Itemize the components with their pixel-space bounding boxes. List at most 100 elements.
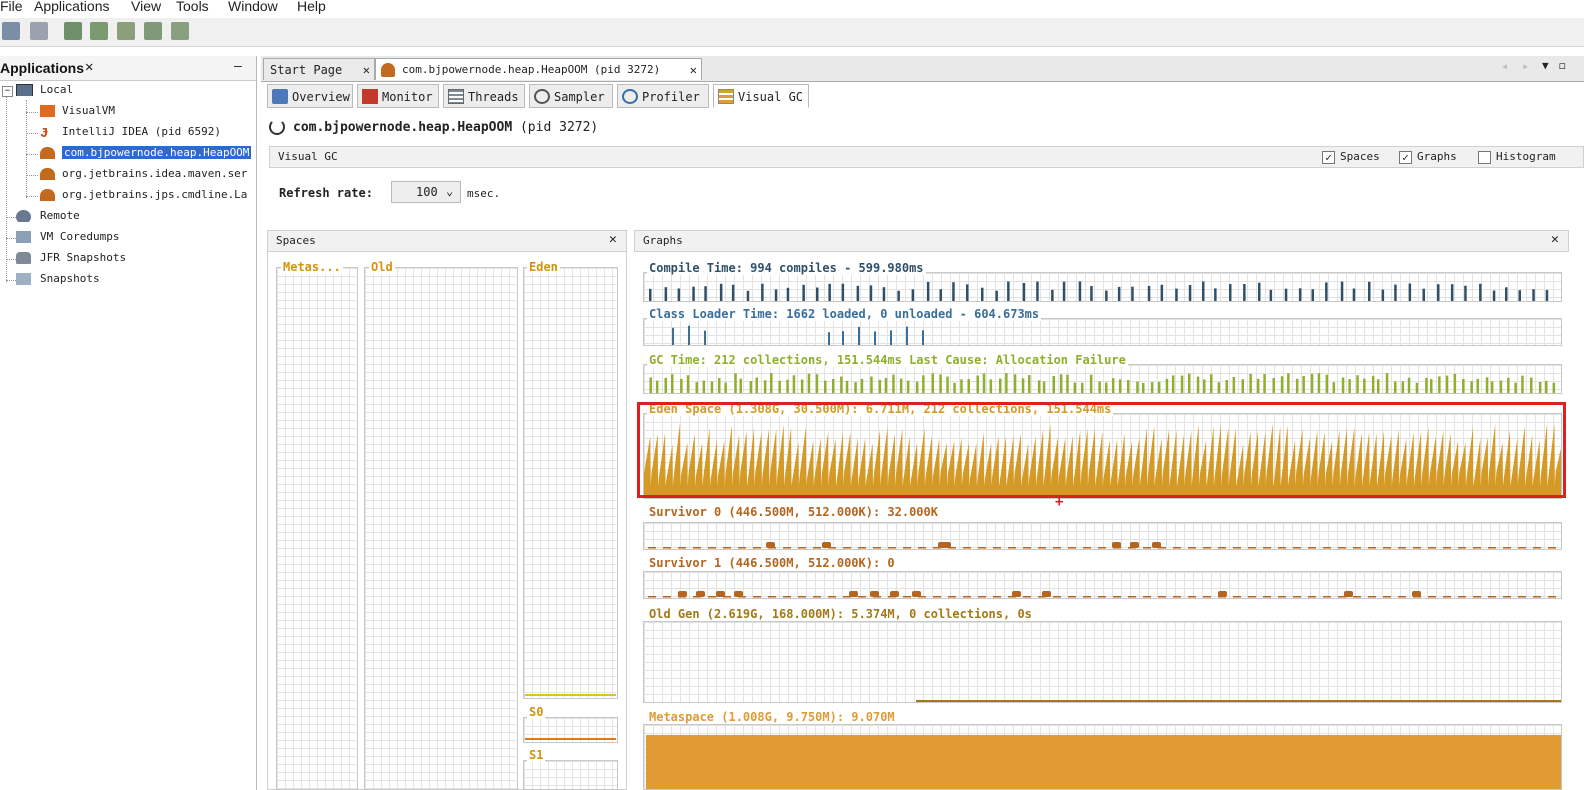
subtab-profiler[interactable]: Profiler: [617, 84, 709, 108]
tab-heapoom-close-icon[interactable]: ✕: [690, 59, 697, 81]
survivor1-blip-baseline: [1143, 596, 1151, 598]
tree-item-local[interactable]: Local: [16, 83, 73, 96]
tab-start-close-icon[interactable]: ✕: [363, 59, 370, 81]
tree-label-maven: org.jetbrains.idea.maven.ser: [62, 167, 248, 180]
compile-spike: [1090, 286, 1093, 301]
survivor0-blip-baseline: [1038, 547, 1046, 549]
subtab-monitor[interactable]: Monitor: [357, 84, 439, 108]
s0-fill-level: [525, 738, 616, 740]
gc-spike: [1249, 373, 1252, 393]
gc-spike: [1470, 381, 1473, 393]
tree-item-coredumps[interactable]: VM Coredumps: [16, 230, 119, 243]
survivor1-blip-baseline: [783, 596, 791, 598]
app-header: com.bjpowernode.heap.HeapOOM (pid 3272): [293, 120, 598, 135]
gc-spike: [946, 376, 949, 393]
graphs-checkbox[interactable]: ✓: [1399, 151, 1412, 164]
class-load-spike: [704, 330, 706, 345]
thread-dump-icon[interactable]: [117, 22, 135, 40]
compile-spike: [761, 283, 764, 301]
survivor1-blip-baseline: [1548, 596, 1556, 598]
survivor1-blip-baseline: [1503, 596, 1511, 598]
subtab-visual-gc[interactable]: Visual GC: [713, 84, 809, 108]
compile-spike: [1408, 283, 1412, 301]
survivor1-blip: [1218, 591, 1227, 597]
survivor0-blip-baseline: [1233, 547, 1241, 549]
old-column-label: Old: [369, 260, 395, 274]
survivor1-blip: [912, 591, 921, 597]
compile-spike: [774, 289, 778, 301]
visual-gc-header: Visual GC: [269, 146, 1584, 168]
compile-spike: [1492, 290, 1496, 301]
survivor0-blip-baseline: [1353, 547, 1361, 549]
gc-spike: [1310, 373, 1314, 393]
tree-item-intellij[interactable]: Ɉ IntelliJ IDEA (pid 6592): [40, 125, 221, 138]
tree-label-jfr: JFR Snapshots: [40, 251, 127, 264]
histogram-checkbox[interactable]: [1478, 151, 1491, 164]
menu-tools[interactable]: Tools: [176, 0, 209, 14]
graphs-close-icon[interactable]: ✕: [1551, 232, 1559, 247]
survivor0-blip-baseline: [1428, 547, 1436, 549]
tab-list-icon[interactable]: ▼: [1542, 59, 1549, 72]
survivor0-blip: [1112, 542, 1121, 548]
menu-window[interactable]: Window: [228, 0, 278, 14]
tree-item-visualvm[interactable]: VisualVM: [40, 104, 115, 117]
gc-spike: [1377, 379, 1380, 393]
gc-spike: [1514, 382, 1517, 393]
spaces-close-icon[interactable]: ✕: [609, 232, 617, 247]
compile-spike: [1214, 288, 1217, 301]
gc-spike: [1165, 378, 1169, 393]
remote-icon: [16, 210, 31, 222]
survivor0-blip: [822, 542, 831, 548]
class-load-spike: [890, 330, 892, 345]
refresh-rate-select[interactable]: 100 ⌄: [391, 181, 461, 203]
survivor0-blip-baseline: [1413, 547, 1421, 549]
survivor0-blip-baseline: [1383, 547, 1391, 549]
gc-spike: [1013, 374, 1017, 393]
spaces-checkbox[interactable]: ✓: [1322, 151, 1335, 164]
menu-applications[interactable]: Applications: [34, 0, 110, 14]
gc-spike: [1256, 378, 1260, 393]
compile-spike: [719, 283, 723, 301]
scroll-right-icon[interactable]: ▸: [1522, 59, 1529, 73]
tree-label-remote: Remote: [40, 209, 80, 222]
heap-dump-icon[interactable]: [90, 22, 108, 40]
tree-item-jfr[interactable]: JFR Snapshots: [16, 251, 126, 264]
subtab-threads[interactable]: Threads: [443, 84, 525, 108]
tree-item-snapshots[interactable]: Snapshots: [16, 272, 100, 285]
compile-spike: [1422, 288, 1425, 301]
subtab-sampler[interactable]: Sampler: [529, 84, 613, 108]
maximize-icon[interactable]: ◻: [1559, 59, 1566, 72]
snapshot-toolbar-icon[interactable]: [144, 22, 162, 40]
tree-item-jps[interactable]: org.jetbrains.jps.cmdline.La: [40, 188, 247, 201]
compile-spike: [786, 287, 790, 301]
menu-file[interactable]: File: [0, 0, 23, 14]
open-file-icon[interactable]: [2, 22, 20, 40]
compile-spike: [802, 284, 805, 301]
tab-start-page[interactable]: Start Page ✕: [263, 58, 375, 80]
survivor1-blip-baseline: [1308, 596, 1316, 598]
menu-view[interactable]: View: [131, 0, 161, 14]
survivor0-blip-baseline: [783, 547, 791, 549]
tree-item-remote[interactable]: Remote: [16, 209, 80, 222]
add-jmx-icon[interactable]: [64, 22, 82, 40]
gc-spike: [1111, 378, 1115, 393]
tree-item-maven[interactable]: org.jetbrains.idea.maven.ser: [40, 167, 247, 180]
jfr-icon: [16, 252, 31, 264]
gc-spike: [1188, 373, 1191, 393]
save-icon[interactable]: [30, 22, 48, 40]
tab-heapoom[interactable]: com.bjpowernode.heap.HeapOOM (pid 3272) …: [375, 58, 702, 80]
applications-minimize-icon[interactable]: —: [234, 59, 242, 74]
subtab-overview[interactable]: Overview: [267, 84, 353, 108]
survivor1-blip-baseline: [858, 596, 866, 598]
gc-spike: [1118, 379, 1122, 393]
applications-close-icon[interactable]: ✕: [85, 59, 93, 75]
collapse-local-icon[interactable]: −: [2, 86, 13, 97]
menu-help[interactable]: Help: [297, 0, 326, 14]
scroll-left-icon[interactable]: ◂: [1501, 59, 1508, 73]
gc-spike: [778, 380, 781, 393]
compare-icon[interactable]: [171, 22, 189, 40]
gc-spike: [1127, 380, 1130, 393]
tree-item-heapoom[interactable]: com.bjpowernode.heap.HeapOOM: [40, 146, 252, 159]
survivor0-blip-baseline: [1218, 547, 1226, 549]
gc-spike: [1150, 382, 1154, 393]
